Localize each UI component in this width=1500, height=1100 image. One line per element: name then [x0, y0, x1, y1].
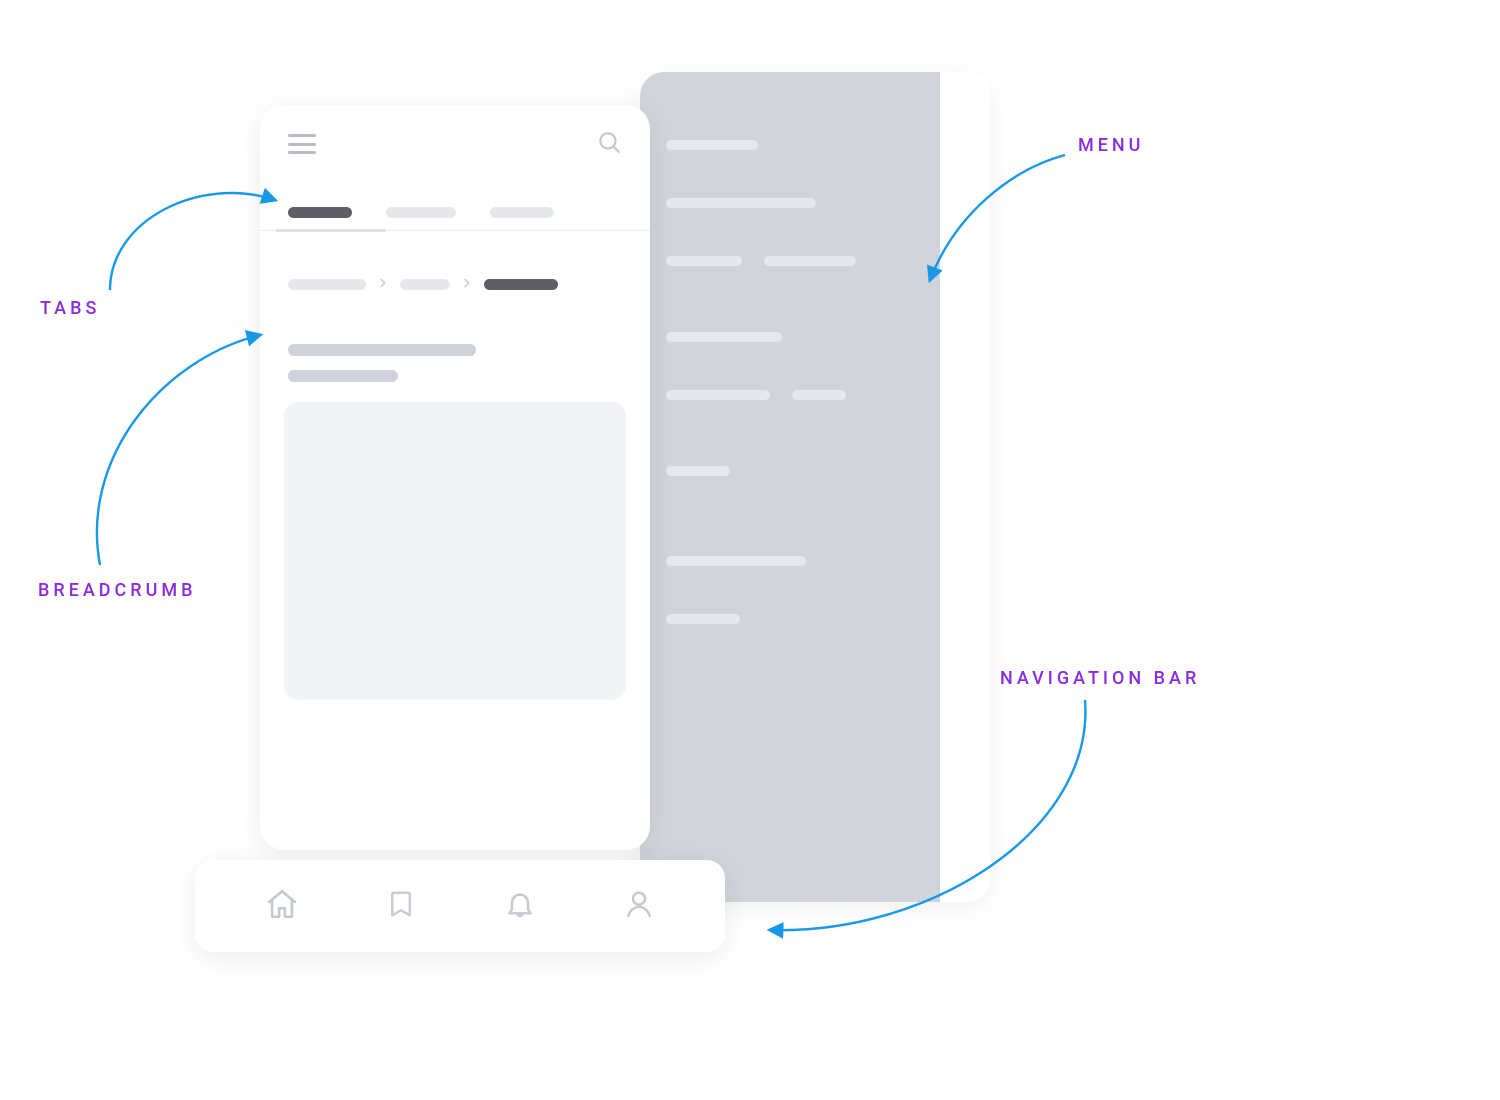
diagram-stage: TABS BREADCRUMB MENU NAVIGATION BAR: [0, 0, 1280, 980]
breadcrumb-segment-current: [484, 279, 558, 290]
menu-item[interactable]: [666, 390, 770, 400]
label-menu: MENU: [1078, 135, 1144, 156]
navigation-bar: [195, 860, 725, 952]
breadcrumb: [260, 231, 650, 304]
bookmark-icon[interactable]: [386, 887, 416, 925]
bell-icon[interactable]: [504, 887, 536, 925]
menu-item[interactable]: [666, 140, 758, 150]
tabs: [260, 177, 650, 231]
label-breadcrumb: BREADCRUMB: [38, 580, 197, 601]
hamburger-icon[interactable]: [288, 134, 316, 154]
tab-underline: [276, 229, 386, 232]
menu-item[interactable]: [666, 332, 782, 342]
content-card: [284, 402, 626, 700]
label-navigation-bar: NAVIGATION BAR: [1000, 668, 1200, 689]
phone-menu-mock: [640, 72, 990, 902]
menu-item[interactable]: [666, 256, 742, 266]
tab-item[interactable]: [288, 207, 352, 218]
breadcrumb-segment[interactable]: [400, 279, 450, 290]
tab-item[interactable]: [386, 207, 456, 218]
phone-main-mock: [260, 105, 650, 850]
menu-item[interactable]: [666, 198, 816, 208]
label-tabs: TABS: [40, 298, 100, 319]
search-icon[interactable]: [596, 129, 622, 159]
user-icon[interactable]: [623, 887, 655, 925]
menu-item[interactable]: [666, 466, 730, 476]
breadcrumb-segment[interactable]: [288, 279, 366, 290]
menu-item[interactable]: [666, 556, 806, 566]
menu-item[interactable]: [666, 614, 740, 624]
menu-drawer[interactable]: [640, 72, 940, 902]
home-icon[interactable]: [265, 887, 299, 925]
chevron-right-icon: [376, 275, 390, 294]
content-heading: [260, 304, 650, 382]
menu-item[interactable]: [792, 390, 846, 400]
tab-item[interactable]: [490, 207, 554, 218]
menu-item[interactable]: [764, 256, 856, 266]
chevron-right-icon: [460, 275, 474, 294]
